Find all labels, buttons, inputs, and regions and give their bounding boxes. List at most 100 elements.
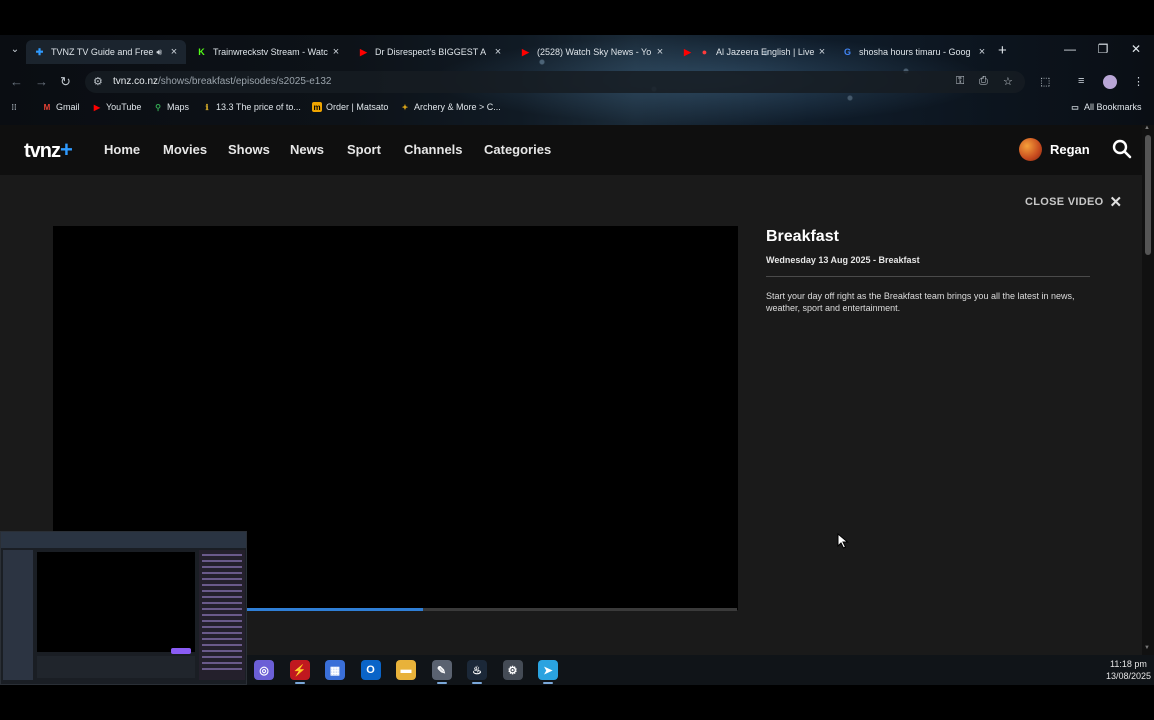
- tab-title: shosha hours timaru - Goog: [859, 47, 971, 57]
- browser-menu-icon[interactable]: ⋮: [1133, 75, 1144, 88]
- logo-plus: +: [60, 137, 73, 162]
- file-explorer-icon[interactable]: ▬: [396, 660, 416, 680]
- bookmark-price[interactable]: ℹ 13.3 The price of to...: [202, 102, 301, 112]
- address-bar[interactable]: ⚙ tvnz.co.nz/shows/breakfast/episodes/s2…: [85, 71, 1025, 93]
- reload-icon[interactable]: ↻: [60, 74, 71, 90]
- tab-search-icon[interactable]: ⌄: [8, 44, 22, 58]
- page-scrollbar[interactable]: ▲ ▼: [1142, 125, 1154, 655]
- telegram-icon[interactable]: ➤: [538, 660, 558, 680]
- running-indicator: [294, 682, 305, 684]
- clock-date[interactable]: 13/08/2025: [1106, 671, 1151, 681]
- close-tab-icon[interactable]: ×: [492, 46, 504, 58]
- bookmarks-bar: ⁞⁞ M Gmail ▶ YouTube ⚲ Maps ℹ 13.3 The price…: [0, 98, 1154, 118]
- screen: ⌄ ✚ TVNZ TV Guide and Free 🔊︎ × K Trainw…: [0, 0, 1154, 720]
- close-video-label: CLOSE VIDEO: [1025, 196, 1104, 208]
- all-bookmarks-label: All Bookmarks: [1084, 102, 1142, 112]
- youtube-icon: ▶: [360, 46, 367, 57]
- media-controls-icon[interactable]: ≡: [1078, 75, 1084, 87]
- install-app-icon[interactable]: ⎙: [979, 75, 988, 88]
- minimize-icon[interactable]: —: [1060, 42, 1080, 56]
- bookmark-maps[interactable]: ⚲ Maps: [153, 102, 189, 112]
- bookmark-label: Gmail: [56, 102, 80, 112]
- nav-movies[interactable]: Movies: [163, 142, 207, 157]
- app-icon[interactable]: ◎: [254, 660, 274, 680]
- close-icon: ✕: [1109, 194, 1123, 211]
- running-indicator: [436, 682, 447, 684]
- close-tab-icon[interactable]: ×: [168, 46, 180, 58]
- episode-date: Wednesday 13 Aug 2025 - Breakfast: [766, 255, 920, 265]
- speaker-icon[interactable]: 🔊︎: [156, 47, 162, 58]
- episode-title: Breakfast: [766, 228, 839, 245]
- avatar[interactable]: [1019, 138, 1042, 161]
- tvnz-plus-icon: ✚: [35, 46, 44, 57]
- tab-tvnz[interactable]: ✚ TVNZ TV Guide and Free 🔊︎ ×: [26, 40, 186, 64]
- video-progress-bar[interactable]: [247, 608, 737, 611]
- window-preview-thumbnail[interactable]: [0, 531, 247, 685]
- youtube-icon: ▶: [93, 102, 101, 112]
- google-icon: G: [843, 47, 851, 57]
- running-indicator: [472, 682, 482, 684]
- tab-title: Trainwreckstv Stream - Watc: [213, 47, 328, 57]
- back-icon[interactable]: ←: [10, 74, 23, 89]
- tab-title: TVNZ TV Guide and Free: [51, 47, 154, 57]
- apps-grid-icon[interactable]: ⁞⁞: [9, 102, 23, 112]
- bookmark-label: 13.3 The price of to...: [216, 102, 301, 112]
- url-host: tvnz.co.nz: [113, 76, 159, 87]
- window-close-icon[interactable]: ✕: [1126, 42, 1146, 56]
- preview-info-bar: [37, 656, 195, 678]
- tab-title: (2528) Watch Sky News - Yo: [537, 47, 652, 57]
- close-tab-icon[interactable]: ×: [976, 46, 988, 58]
- bookmark-gmail[interactable]: M Gmail: [42, 102, 80, 112]
- new-tab-button[interactable]: +: [998, 42, 1007, 59]
- folder-icon: ▭: [1071, 102, 1079, 112]
- episode-description: Start your day off right as the Breakfas…: [766, 291, 1075, 313]
- profile-avatar-icon[interactable]: [1103, 75, 1117, 89]
- search-icon[interactable]: [1112, 139, 1132, 159]
- lightning-icon[interactable]: ⚡: [289, 660, 310, 680]
- tab-sky-news[interactable]: ▶ (2528) Watch Sky News - Yo ×: [512, 40, 672, 64]
- restore-icon[interactable]: ❐: [1093, 42, 1113, 56]
- tab-dr-disrespect[interactable]: ▶ Dr Disrespect's BIGGEST A ×: [350, 40, 510, 64]
- close-tab-icon[interactable]: ×: [816, 46, 828, 58]
- bookmark-matsato[interactable]: m Order | Matsato: [312, 102, 388, 112]
- bookmark-archery[interactable]: ✦ Archery & More > C...: [400, 102, 501, 112]
- site-info-icon[interactable]: ⚙: [93, 75, 103, 88]
- nav-sport[interactable]: Sport: [347, 142, 381, 157]
- bookmark-label: Maps: [167, 102, 190, 112]
- nav-shows[interactable]: Shows: [228, 142, 270, 157]
- brush-icon[interactable]: ✎: [431, 660, 452, 680]
- extensions-icon[interactable]: ⬚: [1040, 75, 1050, 88]
- scroll-up-icon[interactable]: ▲: [1144, 125, 1150, 131]
- tab-trainwreckstv[interactable]: K Trainwreckstv Stream - Watc ×: [188, 40, 348, 64]
- nav-news[interactable]: News: [290, 142, 324, 157]
- gmail-icon: M: [43, 102, 51, 112]
- calendar-icon[interactable]: ▦: [325, 660, 345, 680]
- bookmark-star-icon[interactable]: ☆: [1003, 75, 1013, 88]
- nav-channels[interactable]: Channels: [404, 142, 463, 157]
- settings-icon[interactable]: ⚙: [502, 660, 523, 680]
- close-video-button[interactable]: CLOSE VIDEO ✕: [1025, 193, 1122, 211]
- close-tab-icon[interactable]: ×: [330, 46, 342, 58]
- close-tab-icon[interactable]: ×: [654, 46, 666, 58]
- outlook-icon[interactable]: O: [360, 660, 381, 680]
- scroll-thumb[interactable]: [1145, 135, 1151, 255]
- site-header: tvnz+ Home Movies Shows News Sport Chann…: [0, 125, 1142, 175]
- all-bookmarks[interactable]: ▭ All Bookmarks: [1070, 102, 1142, 112]
- user-name[interactable]: Regan: [1050, 142, 1090, 157]
- scroll-down-icon[interactable]: ▼: [1144, 645, 1150, 651]
- nav-home[interactable]: Home: [104, 142, 140, 157]
- password-key-icon[interactable]: ⚿: [956, 75, 964, 88]
- recording-dot-icon: ●: [701, 47, 708, 57]
- forward-icon[interactable]: →: [35, 74, 48, 89]
- tvnz-logo[interactable]: tvnz+: [24, 137, 73, 163]
- bookmark-youtube[interactable]: ▶ YouTube: [92, 102, 141, 112]
- youtube-icon: ▶: [522, 46, 529, 57]
- bookmark-label: Archery & More > C...: [414, 102, 501, 112]
- steam-icon[interactable]: ♨: [467, 660, 487, 680]
- nav-categories[interactable]: Categories: [484, 142, 551, 157]
- kick-icon: K: [198, 47, 205, 57]
- tab-google-search[interactable]: G shosha hours timaru - Goog ×: [834, 40, 994, 64]
- clock-time[interactable]: 11:18 pm: [1110, 659, 1147, 669]
- tab-al-jazeera[interactable]: ▶ ● Al Jazeera English | Live ×: [674, 40, 834, 64]
- preview-follow-button: [171, 648, 191, 654]
